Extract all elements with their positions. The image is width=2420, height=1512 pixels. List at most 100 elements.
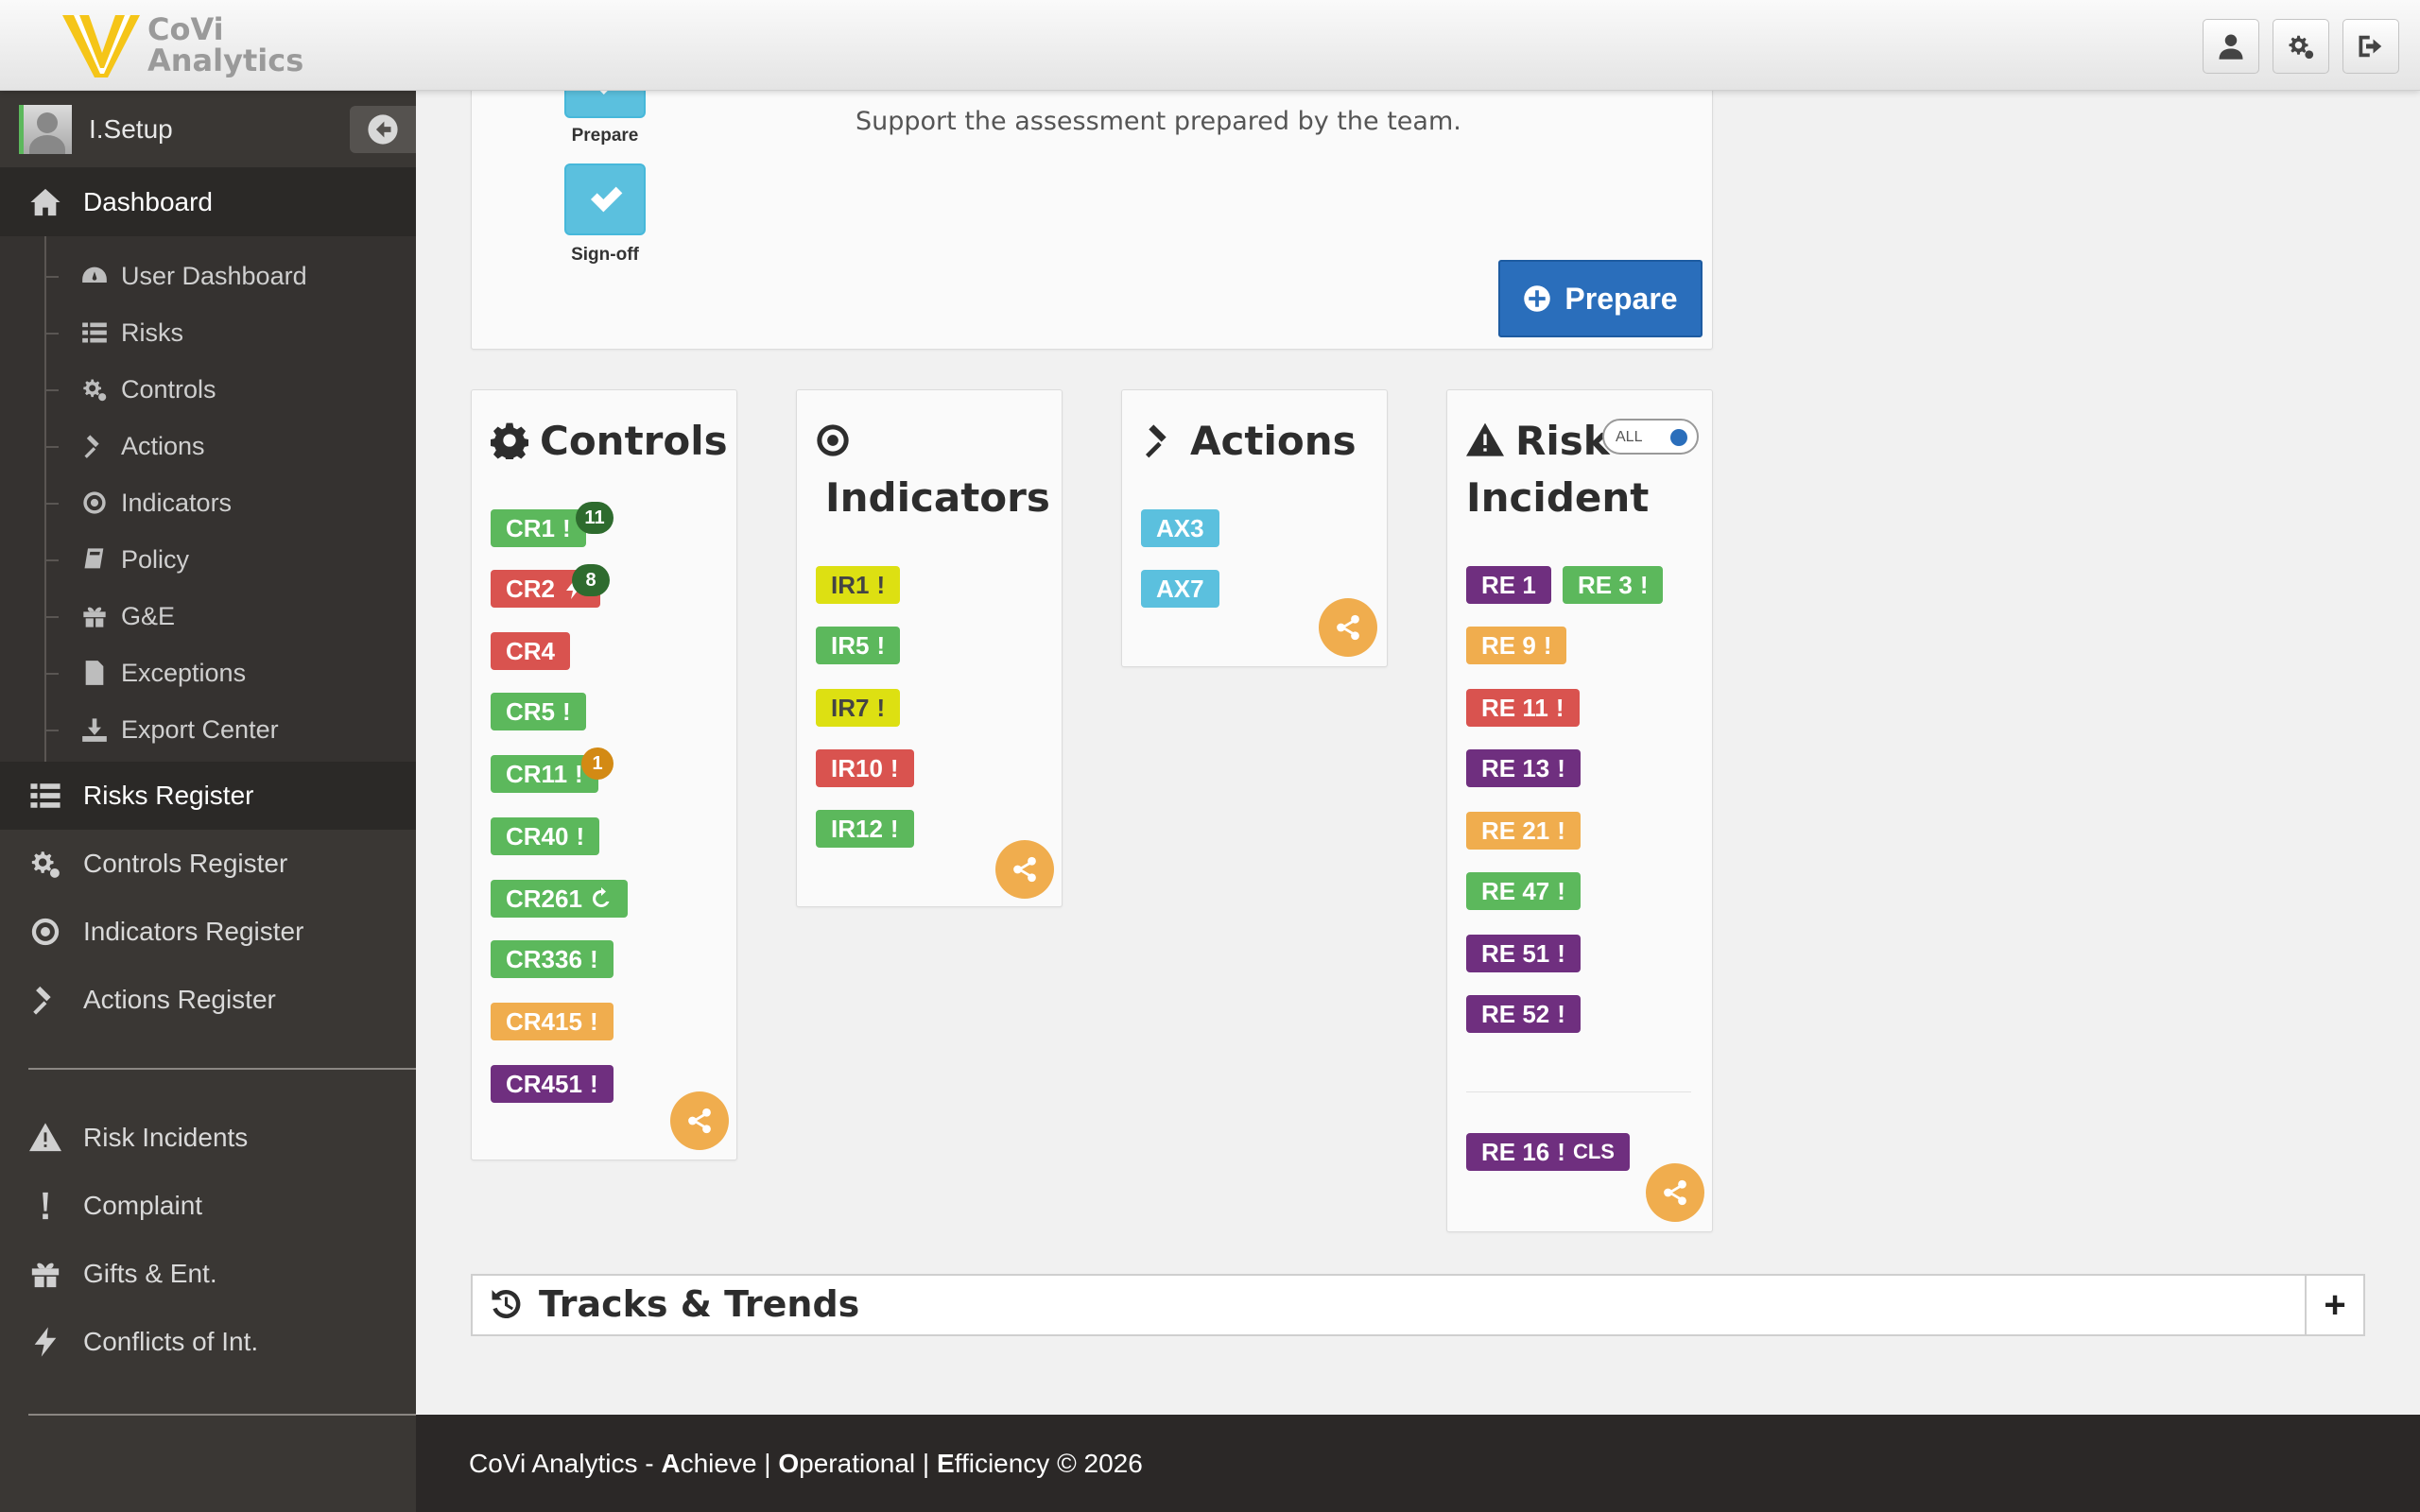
tracks-trends-label: Tracks & Trends	[539, 1283, 860, 1325]
sidebar-item-risks[interactable]: Risks	[0, 304, 416, 361]
sidebar-item-risk-incidents[interactable]: Risk Incidents	[0, 1104, 416, 1172]
book-icon	[81, 545, 110, 574]
control-tag-cr336[interactable]: CR336!	[491, 940, 614, 978]
exclamation-icon: !	[562, 696, 571, 726]
footer: CoVi Analytics - Achieve | Operational |…	[416, 1415, 2420, 1512]
sidebar-item-conflicts[interactable]: Conflicts of Int.	[0, 1308, 416, 1376]
sign-off-step-label: Sign-off	[571, 245, 639, 265]
incident-tag-re16[interactable]: RE 16! CLS	[1466, 1133, 1630, 1171]
exclamation-icon: !	[876, 570, 886, 599]
sidebar-divider-2	[28, 1414, 416, 1416]
sidebar-item-user-dashboard[interactable]: User Dashboard	[0, 248, 416, 304]
control-tag-cr40[interactable]: CR40!	[491, 817, 600, 855]
tag-code: RE 52	[1481, 999, 1550, 1028]
controls-card: Controls CR1! 11 CR2 8 CR4 CR5! CR11! 1 …	[471, 389, 737, 1160]
sidebar-item-controls-register[interactable]: Controls Register	[0, 830, 416, 898]
share-button[interactable]	[1319, 598, 1377, 657]
list-icon	[81, 318, 110, 347]
sidebar-item-gifts-ent[interactable]: Gifts & Ent.	[0, 1240, 416, 1308]
incident-tag-re21[interactable]: RE 21!	[1466, 812, 1581, 850]
tag-code: RE 21	[1481, 816, 1550, 845]
tag-code: RE 47	[1481, 876, 1550, 905]
count-badge: 8	[572, 564, 610, 596]
incident-tag-re52[interactable]: RE 52!	[1466, 995, 1581, 1033]
control-tag-cr4[interactable]: CR4	[491, 632, 571, 670]
tracks-trends-panel: Tracks & Trends +	[471, 1274, 2365, 1336]
indicators-card: Indicators IR1! IR5! IR7! IR10! IR12!	[796, 389, 1063, 907]
sidebar-item-label: Conflicts of Int.	[83, 1327, 259, 1356]
tag-code: RE 11	[1481, 693, 1548, 722]
all-toggle[interactable]: ALL	[1602, 419, 1699, 455]
logout-button[interactable]	[2342, 19, 2399, 74]
toggle-label: ALL	[1616, 429, 1643, 445]
control-tag-cr261[interactable]: CR261	[491, 880, 628, 918]
sidebar-item-controls[interactable]: Controls	[0, 361, 416, 418]
incident-tag-re1[interactable]: RE 1	[1466, 566, 1551, 604]
sidebar-item-indicators-register[interactable]: Indicators Register	[0, 898, 416, 966]
incident-tag-re51[interactable]: RE 51!	[1466, 935, 1581, 972]
sidebar-item-label: Export Center	[121, 714, 279, 744]
indicator-tag-ir1[interactable]: IR1!	[816, 566, 901, 604]
download-icon	[81, 715, 110, 744]
share-button[interactable]	[995, 840, 1054, 899]
sidebar-item-risks-register[interactable]: Risks Register	[0, 762, 416, 830]
incident-tag-re11[interactable]: RE 11!	[1466, 689, 1580, 727]
sidebar-item-dashboard[interactable]: Dashboard	[0, 168, 416, 236]
collapse-sidebar-button[interactable]	[350, 106, 416, 153]
control-tag-cr451[interactable]: CR451!	[491, 1065, 614, 1103]
list-icon	[26, 777, 64, 815]
sign-off-step-button[interactable]	[564, 163, 646, 235]
tracks-trends-title[interactable]: Tracks & Trends	[488, 1283, 859, 1325]
exclamation-icon: !	[890, 753, 899, 782]
prepare-button-label: Prepare	[1564, 281, 1678, 316]
indicator-tag-ir10[interactable]: IR10!	[816, 749, 914, 787]
prepare-button[interactable]: Prepare	[1498, 260, 1703, 337]
footer-e: E	[936, 1448, 955, 1478]
incident-tag-re47[interactable]: RE 47!	[1466, 872, 1581, 910]
gavel-icon	[26, 981, 64, 1019]
sidebar-item-indicators[interactable]: Indicators	[0, 474, 416, 531]
target-icon	[81, 489, 110, 517]
control-tag-cr415[interactable]: CR415!	[491, 1003, 614, 1040]
settings-button[interactable]	[2273, 19, 2329, 74]
sidebar-item-exceptions[interactable]: Exceptions	[0, 644, 416, 701]
action-tag-ax7[interactable]: AX7	[1141, 570, 1219, 608]
sidebar-item-ge[interactable]: G&E	[0, 588, 416, 644]
tag-code: CR40	[506, 821, 569, 850]
sidebar-item-label: Exceptions	[121, 658, 247, 687]
sidebar-item-policy[interactable]: Policy	[0, 531, 416, 588]
user-icon	[2219, 34, 2243, 60]
user-name[interactable]: I.Setup	[89, 114, 173, 145]
user-button[interactable]	[2203, 19, 2259, 74]
sidebar-item-complaint[interactable]: Complaint	[0, 1172, 416, 1240]
control-tag-cr5[interactable]: CR5!	[491, 693, 586, 730]
risk-incident-card: Risk Incident ALL RE 1 RE 3! RE 9! RE 11!…	[1446, 389, 1713, 1232]
exclamation-icon: !	[1639, 570, 1649, 599]
indicator-tag-ir5[interactable]: IR5!	[816, 627, 901, 664]
share-icon	[688, 1108, 711, 1134]
indicator-tag-ir7[interactable]: IR7!	[816, 689, 901, 727]
share-icon	[1664, 1179, 1686, 1206]
avatar[interactable]	[19, 104, 72, 154]
incident-tag-re3[interactable]: RE 3!	[1563, 566, 1664, 604]
action-tag-ax3[interactable]: AX3	[1141, 509, 1219, 547]
control-tag-cr1[interactable]: CR1!	[491, 509, 586, 547]
sidebar-item-label: Actions Register	[83, 985, 276, 1014]
share-button[interactable]	[1646, 1163, 1704, 1222]
tag-code: IR1	[831, 570, 870, 599]
indicator-tag-ir12[interactable]: IR12!	[816, 810, 914, 848]
sidebar-item-label: Controls Register	[83, 849, 288, 878]
sidebar-item-label: Risks Register	[83, 781, 254, 810]
incident-tag-re9[interactable]: RE 9!	[1466, 627, 1567, 664]
logo-line-2: Analytics	[147, 43, 304, 78]
share-button[interactable]	[670, 1091, 729, 1150]
sidebar-item-actions-register[interactable]: Actions Register	[0, 966, 416, 1034]
tag-code: IR12	[831, 814, 883, 843]
incident-tag-re13[interactable]: RE 13!	[1466, 749, 1581, 787]
sidebar-item-actions[interactable]: Actions	[0, 418, 416, 474]
actions-card-title: Actions	[1141, 413, 1357, 470]
controls-card-title: Controls	[490, 413, 728, 470]
expand-button[interactable]: +	[2305, 1276, 2363, 1334]
sidebar-item-export-center[interactable]: Export Center	[0, 701, 416, 758]
logo[interactable]: CoVi Analytics	[60, 11, 303, 79]
